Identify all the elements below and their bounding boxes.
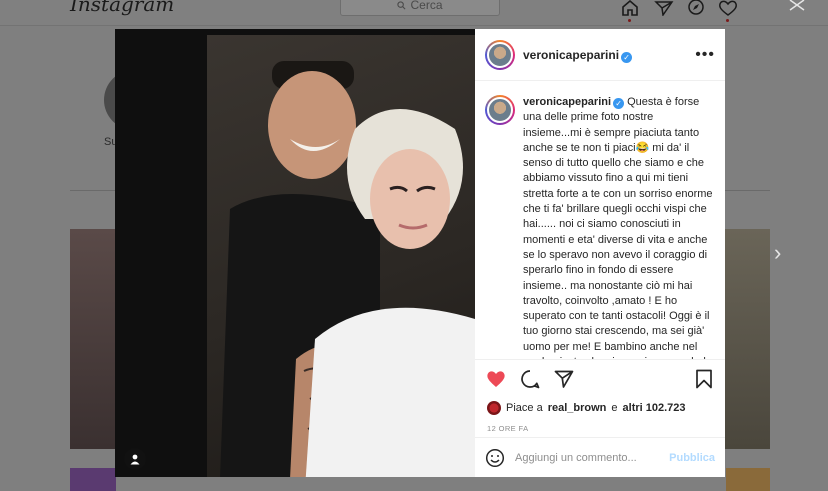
post-details-panel: veronicapeparini ✓ ••• veronicapeparini ✓ … <box>475 29 725 477</box>
emoji-icon[interactable] <box>485 448 505 468</box>
comment-input[interactable] <box>515 451 660 464</box>
next-post-chevron-icon[interactable]: › <box>774 240 781 266</box>
likes-prefix: Piace a <box>506 402 543 414</box>
share-icon <box>554 370 574 388</box>
activity-indicator <box>726 19 729 22</box>
caption-username[interactable]: veronicapeparini <box>523 96 611 108</box>
share-button[interactable] <box>553 368 575 390</box>
caption-author-avatar-image <box>487 97 513 123</box>
verified-badge-icon: ✓ <box>621 51 633 63</box>
likes-count[interactable]: altri 102.723 <box>623 402 686 414</box>
caption: veronicapeparini ✓ Questa è forse una del… <box>523 95 713 359</box>
background-thumbnail <box>726 468 770 491</box>
author-username-wrap: veronicapeparini ✓ <box>523 46 633 64</box>
background-topbar: Instagram Cerca <box>0 0 828 26</box>
user-icon <box>130 454 140 465</box>
heart-filled-icon <box>487 370 505 387</box>
comment-button[interactable] <box>519 368 541 390</box>
tagged-users-button[interactable] <box>124 448 146 470</box>
background-thumbnail <box>70 468 116 491</box>
comment-composer: Pubblica <box>475 437 725 477</box>
search-placeholder: Cerca <box>410 0 443 12</box>
search-icon <box>397 0 406 9</box>
publish-button[interactable]: Pubblica <box>669 452 715 464</box>
background-thumbnail <box>724 229 770 449</box>
post-timestamp: 12 ORE FA <box>487 423 529 433</box>
liker-avatar <box>487 401 501 415</box>
home-indicator <box>628 19 631 22</box>
caption-body: Questa è forse una delle prime foto nost… <box>523 96 713 359</box>
caption-verified-badge-icon: ✓ <box>613 98 625 109</box>
save-button[interactable] <box>693 368 715 390</box>
caption-area: veronicapeparini ✓ Questa è forse una del… <box>475 81 725 359</box>
post-photo <box>115 29 475 477</box>
bookmark-icon <box>696 369 712 388</box>
compass-icon <box>688 0 704 15</box>
author-username[interactable]: veronicapeparini <box>523 48 619 62</box>
instagram-logo: Instagram <box>70 0 175 16</box>
home-icon <box>622 0 638 16</box>
photo-person-right <box>305 109 475 477</box>
close-icon[interactable] <box>778 0 818 14</box>
post-actions-bar <box>475 359 725 397</box>
search-box: Cerca <box>340 0 500 16</box>
comment-icon <box>521 369 540 388</box>
likes-summary: Piace a real_brown e altri 102.723 <box>475 397 725 419</box>
like-button[interactable] <box>485 368 507 390</box>
likes-connector: e <box>611 402 618 414</box>
liker-username[interactable]: real_brown <box>548 402 607 414</box>
author-avatar[interactable] <box>485 39 515 70</box>
author-avatar-image <box>487 41 513 68</box>
more-options-button[interactable]: ••• <box>695 46 715 64</box>
background-thumbnail <box>70 229 116 449</box>
heart-icon <box>719 0 737 16</box>
post-header: veronicapeparini ✓ ••• <box>475 29 725 81</box>
caption-author-avatar[interactable] <box>485 95 515 125</box>
direct-icon <box>654 1 674 16</box>
